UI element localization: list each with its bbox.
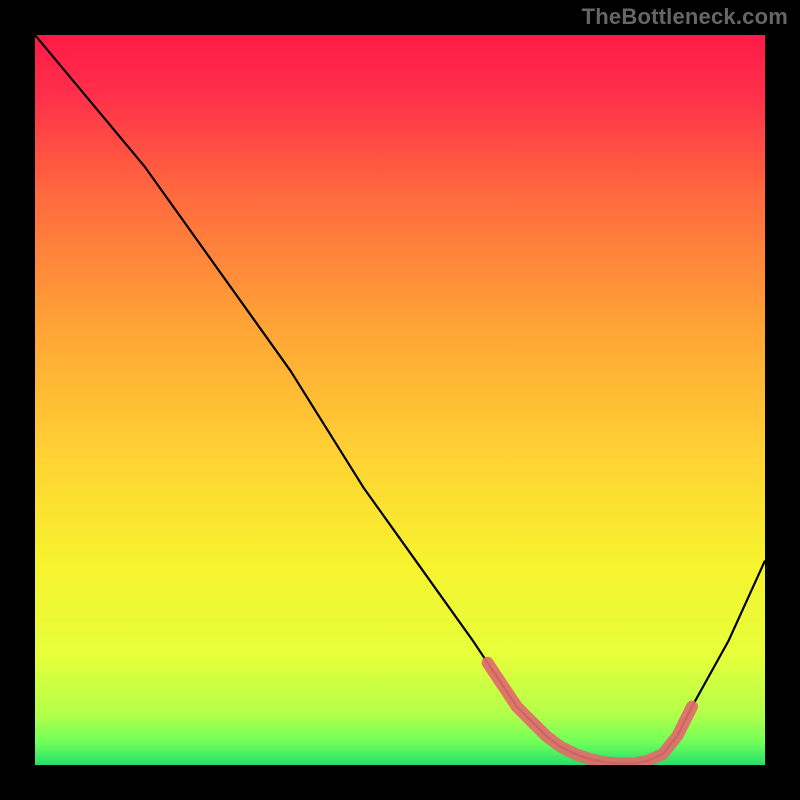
watermark-text: TheBottleneck.com [582,4,788,30]
chart-svg [35,35,765,765]
gradient-background [35,35,765,765]
plot-area [35,35,765,765]
chart-container: TheBottleneck.com [0,0,800,800]
